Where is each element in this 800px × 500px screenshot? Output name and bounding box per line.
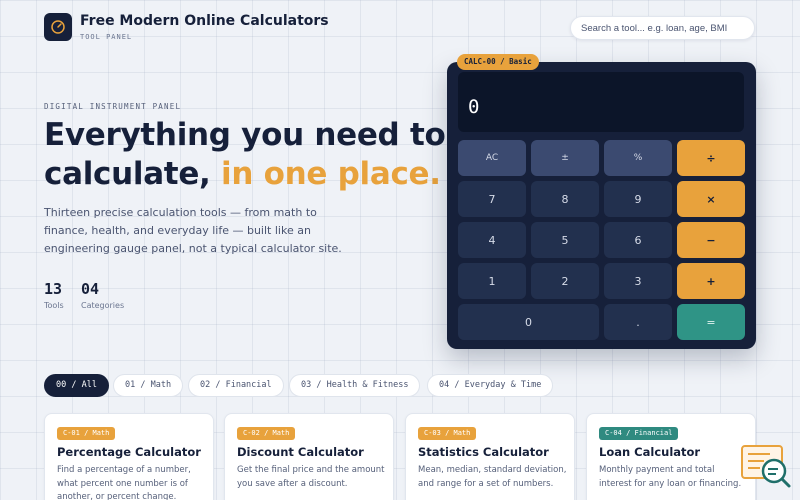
filter-all[interactable]: 00 / All [44,374,109,397]
key-5[interactable]: 5 [531,222,599,258]
key-7[interactable]: 7 [458,181,526,217]
calculator-display: 0 [458,72,744,132]
key-1[interactable]: 1 [458,263,526,299]
key-percent[interactable]: % [604,140,672,176]
search-input[interactable] [570,16,755,40]
logo[interactable] [44,13,72,41]
card-description: Find a percentage of a number, what perc… [57,465,191,500]
category-badge: C-01 / Math [57,427,116,440]
card-description: Monthly payment and total interest for a… [599,465,742,489]
stat-label: Tools [44,301,64,310]
key-4[interactable]: 4 [458,222,526,258]
tool-card[interactable]: C-04 / Financial Loan Calculator Monthly… [586,413,756,500]
tool-card[interactable]: C-03 / Math Statistics Calculator Mean, … [405,413,575,500]
card-title: Discount Calculator [237,445,364,459]
stat-value: 13 [44,280,63,298]
category-badge: C-02 / Math [237,427,296,440]
headline-line-1: Everything you need to [44,117,446,153]
key-minus[interactable]: − [677,222,745,258]
card-title: Statistics Calculator [418,445,549,459]
site-title[interactable]: Free Modern Online Calculators [80,13,329,29]
key-decimal[interactable]: . [604,304,672,340]
hero-description: Thirteen precise calculation tools — fro… [44,206,342,255]
key-multiply[interactable]: × [677,181,745,217]
category-badge: C-03 / Math [418,427,477,440]
site-subtitle: TOOL PANEL [80,33,133,41]
stat-value: 04 [81,280,100,298]
tool-card[interactable]: C-01 / Math Percentage Calculator Find a… [44,413,214,500]
key-divide[interactable]: ÷ [677,140,745,176]
category-badge: C-04 / Financial [599,427,679,440]
card-title: Percentage Calculator [57,445,201,459]
key-6[interactable]: 6 [604,222,672,258]
card-description: Mean, median, standard deviation, and ra… [418,465,567,489]
hero-headline: Everything you need to calculate, in one… [44,116,446,194]
card-title: Loan Calculator [599,445,701,459]
key-8[interactable]: 8 [531,181,599,217]
headline-line-2: calculate, [44,156,211,192]
key-clear[interactable]: AC [458,140,526,176]
tool-card[interactable]: C-02 / Math Discount Calculator Get the … [224,413,394,500]
headline-accent: in one place. [221,156,441,192]
stat-label: Categories [81,301,125,310]
key-3[interactable]: 3 [604,263,672,299]
filter-health-fitness[interactable]: 03 / Health & Fitness [289,374,421,397]
filter-financial[interactable]: 02 / Financial [188,374,284,397]
calculator-tag: CALC-00 / Basic [457,54,539,70]
filter-math[interactable]: 01 / Math [113,374,184,397]
stat-tools: 13 Tools [44,280,64,310]
key-sign[interactable]: ± [531,140,599,176]
help-search-icon[interactable] [740,444,792,490]
key-plus[interactable]: + [677,263,745,299]
hero-eyebrow: DIGITAL INSTRUMENT PANEL [44,102,182,111]
key-0[interactable]: 0 [458,304,599,340]
key-equals[interactable]: = [677,304,745,340]
gauge-icon [51,20,65,34]
stat-categories: 04 Categories [81,280,124,310]
key-2[interactable]: 2 [531,263,599,299]
filter-everyday-time[interactable]: 04 / Everyday & Time [427,374,554,397]
key-9[interactable]: 9 [604,181,672,217]
card-description: Get the final price and the amount you s… [237,465,385,489]
